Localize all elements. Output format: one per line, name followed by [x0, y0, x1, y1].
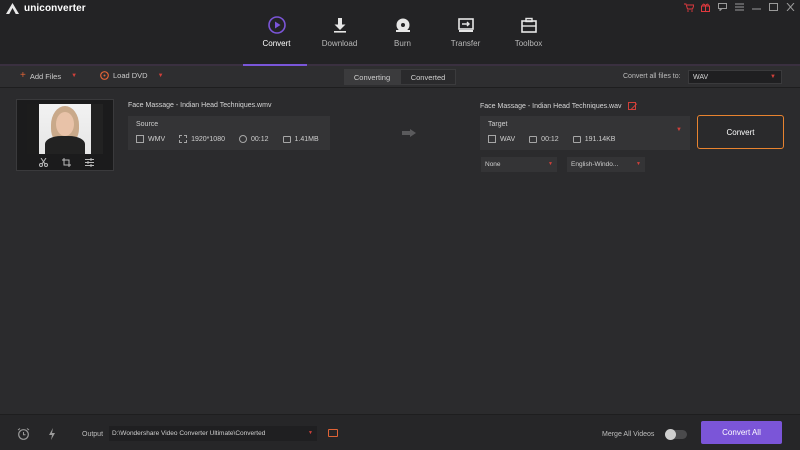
target-name-row: Face Massage - Indian Head Techniques.wa…: [480, 102, 636, 110]
target-format: WAV: [500, 135, 516, 143]
convert-all-format-select[interactable]: WAV ▼: [688, 70, 782, 84]
alarm-clock-icon[interactable]: [17, 428, 30, 443]
merge-all-label: Merge All Videos: [602, 431, 655, 438]
plus-icon: +: [20, 70, 26, 81]
maximize-icon[interactable]: [768, 2, 779, 12]
source-info: Source WMV 1920*1080 00:12 1.41MB: [128, 116, 330, 150]
chevron-down-icon[interactable]: ▼: [158, 73, 164, 79]
arrow-right-icon: [402, 129, 416, 137]
folder-icon: [282, 135, 291, 143]
window-controls: [683, 2, 796, 12]
load-dvd-label: Load DVD: [113, 71, 148, 80]
load-dvd-button[interactable]: Load DVD ▼: [100, 71, 164, 80]
thumbnail-tools: [17, 156, 115, 168]
toolbox-icon: [520, 16, 538, 34]
output-label: Output: [82, 431, 104, 438]
source-size: 1.41MB: [294, 135, 319, 143]
audio-track-select[interactable]: English-Windo... ▼: [567, 157, 645, 172]
convert-all-label: Convert all files to:: [623, 73, 681, 80]
app-title: uniconverter: [24, 3, 86, 14]
chevron-down-icon: ▼: [548, 161, 553, 167]
output-path: D:\Wondershare Video Converter Ultimate\…: [112, 430, 266, 437]
minimize-icon[interactable]: [751, 2, 762, 12]
tab-toolbox[interactable]: Toolbox: [497, 16, 560, 66]
lightning-icon[interactable]: [48, 428, 56, 443]
clock-icon: [238, 135, 247, 143]
merge-toggle[interactable]: [665, 429, 687, 440]
source-duration: 00:12: [250, 135, 269, 143]
menu-icon[interactable]: [734, 2, 745, 12]
transfer-icon: [457, 16, 475, 34]
subtitle-value: None: [485, 161, 501, 168]
thumbnail-image: [27, 104, 103, 154]
tab-converted[interactable]: Converted: [400, 69, 456, 85]
add-files-label: Add Files: [29, 71, 62, 81]
subtitle-select[interactable]: None ▼: [481, 157, 557, 172]
top-bar: uniconverter Convert Download Burn Trans…: [0, 0, 800, 66]
target-file-name: Face Massage - Indian Head Techniques.wa…: [480, 102, 622, 110]
download-icon: [331, 16, 349, 34]
source-format: WMV: [148, 135, 166, 143]
effects-icon[interactable]: [84, 156, 94, 168]
app-logo: uniconverter: [6, 3, 86, 14]
folder-icon: [529, 135, 538, 143]
gift-icon[interactable]: [700, 2, 711, 12]
output-path-select[interactable]: D:\Wondershare Video Converter Ultimate\…: [109, 426, 317, 441]
file-item: Face Massage - Indian Head Techniques.wm…: [16, 99, 784, 173]
tab-download[interactable]: Download: [308, 16, 371, 66]
format-value: WAV: [693, 73, 709, 81]
tab-burn[interactable]: Burn: [371, 16, 434, 66]
tab-label: Convert: [262, 39, 291, 48]
target-meta: WAV 00:12 191.14KB: [488, 135, 624, 143]
chevron-down-icon: ▼: [308, 430, 313, 436]
format-icon: [488, 135, 496, 143]
target-header: Target: [488, 121, 508, 128]
logo-icon: [6, 3, 19, 14]
target-format-select[interactable]: Target WAV 00:12 191.14KB ▼: [480, 116, 690, 150]
source-meta: WMV 1920*1080 00:12 1.41MB: [136, 135, 328, 143]
tab-converting[interactable]: Converting: [344, 69, 400, 85]
target-duration: 00:12: [541, 135, 559, 143]
cart-icon[interactable]: [683, 2, 694, 12]
convert-icon: [267, 16, 286, 34]
tab-label: Burn: [394, 39, 411, 48]
tab-label: Download: [321, 39, 358, 48]
target-size: 191.14KB: [584, 135, 616, 143]
chevron-down-icon: ▼: [770, 74, 776, 80]
chevron-down-icon: ▼: [636, 161, 641, 167]
video-thumbnail[interactable]: [16, 99, 114, 171]
trim-icon[interactable]: [38, 156, 48, 168]
burn-icon: [394, 16, 412, 34]
status-segment: Converting Converted: [344, 69, 456, 85]
folder-icon: [572, 135, 581, 143]
edit-icon[interactable]: [627, 102, 636, 110]
crop-icon[interactable]: [61, 156, 71, 168]
chevron-down-icon[interactable]: ▼: [71, 73, 77, 79]
format-icon: [136, 135, 144, 143]
feedback-icon[interactable]: [717, 2, 728, 12]
audio-track-value: English-Windo...: [571, 161, 619, 168]
chevron-down-icon: ▼: [676, 127, 682, 133]
source-file-name: Face Massage - Indian Head Techniques.wm…: [128, 102, 272, 109]
tab-transfer[interactable]: Transfer: [434, 16, 497, 66]
add-files-button[interactable]: + Add Files ▼: [20, 71, 77, 81]
bottom-bar: Output D:\Wondershare Video Converter Ul…: [0, 414, 800, 450]
tab-label: Transfer: [450, 39, 481, 48]
resolution-icon: [179, 135, 188, 143]
tab-label: Toolbox: [514, 39, 543, 48]
convert-button[interactable]: Convert: [697, 115, 784, 149]
source-header: Source: [136, 121, 159, 128]
convert-all-button[interactable]: Convert All: [701, 421, 782, 444]
close-icon[interactable]: [785, 2, 796, 12]
source-resolution: 1920*1080: [191, 135, 225, 143]
toggle-knob: [665, 429, 676, 440]
open-folder-icon[interactable]: [328, 429, 338, 437]
toolbar: + Add Files ▼ Load DVD ▼ Converting Conv…: [0, 66, 800, 88]
dvd-icon: [100, 71, 109, 80]
main-nav: Convert Download Burn Transfer Toolbox: [245, 16, 560, 66]
tab-convert[interactable]: Convert: [245, 16, 308, 66]
